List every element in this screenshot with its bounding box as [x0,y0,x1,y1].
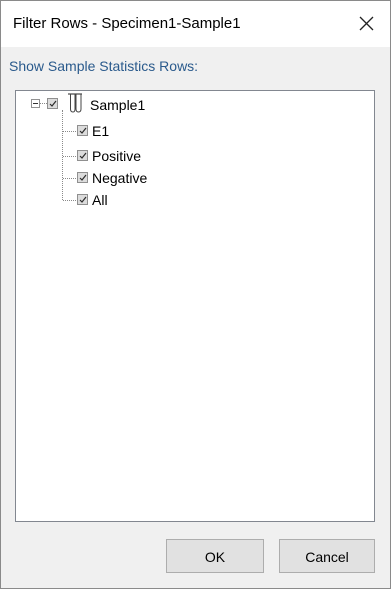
all-checkbox[interactable] [77,194,88,205]
ok-button[interactable]: OK [166,539,264,573]
close-button[interactable] [344,1,390,47]
collapse-toggle[interactable] [31,99,40,108]
filter-rows-dialog: Filter Rows - Specimen1-Sample1 Show Sam… [0,0,391,589]
window-title: Filter Rows - Specimen1-Sample1 [13,15,241,32]
tree-connector [62,110,63,200]
tree-node-sample1[interactable]: Sample1 [90,97,145,113]
cancel-button[interactable]: Cancel [279,539,375,573]
checkmark-icon [79,174,87,181]
tree-node-all[interactable]: All [92,192,108,208]
root-checkbox[interactable] [47,98,58,109]
tree-connector [63,131,76,132]
checkmark-icon [79,196,87,203]
positive-checkbox[interactable] [77,150,88,161]
tree-view[interactable]: Sample1 E1 Positive Negative All [15,90,375,522]
e1-checkbox[interactable] [77,125,88,136]
title-bar: Filter Rows - Specimen1-Sample1 [1,1,390,47]
tree-node-negative[interactable]: Negative [92,170,147,186]
tree-node-positive[interactable]: Positive [92,148,141,164]
checkmark-icon [79,152,87,159]
tree-connector [40,103,47,104]
negative-checkbox[interactable] [77,172,88,183]
tree-connector [63,200,76,201]
close-icon [359,16,374,31]
test-tube-icon [68,93,82,113]
checkmark-icon [79,127,87,134]
tree-connector [63,156,76,157]
tree-connector [63,178,76,179]
section-label: Show Sample Statistics Rows: [9,58,199,74]
tree-node-e1[interactable]: E1 [92,123,109,139]
checkmark-icon [49,100,57,107]
